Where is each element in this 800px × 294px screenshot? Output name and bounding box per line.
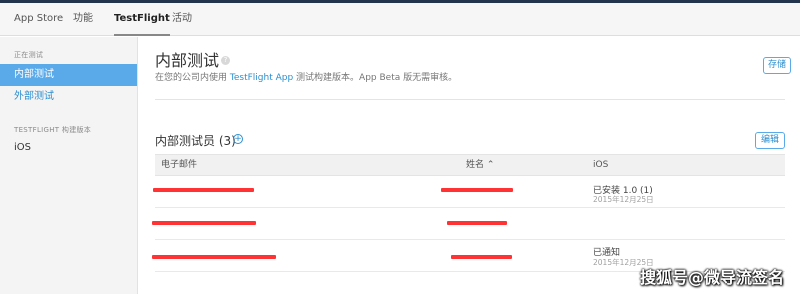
tab-activity[interactable]: 活动 — [172, 3, 192, 36]
tab-features[interactable]: 功能 — [73, 3, 93, 36]
sidebar-item-internal-testing[interactable]: 内部测试 — [0, 64, 137, 86]
page-title: 内部测试 — [155, 51, 220, 70]
table-row-divider — [155, 239, 785, 240]
save-button[interactable]: 存储 — [763, 57, 791, 74]
table-row-divider — [155, 207, 785, 208]
description-text-end: 测试构建版本。App Beta 版无需审核。 — [293, 73, 458, 83]
page-description: 在您的公司内使用 TestFlight App 测试构建版本。App Beta … — [155, 70, 457, 83]
testers-section-title: 内部测试员 (3) — [155, 134, 236, 148]
redacted-name — [451, 255, 512, 259]
edit-button[interactable]: 编辑 — [755, 132, 785, 149]
sidebar-item-ios[interactable]: iOS — [0, 137, 137, 159]
sidebar-section-testing: 正在测试 — [14, 51, 44, 59]
help-icon[interactable]: ? — [221, 56, 230, 65]
description-text-start: 在您的公司内使用 — [155, 73, 230, 83]
top-navigation: App Store 功能 TestFlight 活动 — [0, 3, 800, 36]
testflight-app-link[interactable]: TestFlight App — [230, 73, 293, 83]
column-email[interactable]: 电子邮件 — [161, 155, 197, 175]
redacted-name — [447, 221, 507, 225]
redacted-email — [153, 188, 254, 192]
redacted-name — [441, 188, 513, 192]
add-tester-icon[interactable]: + — [233, 134, 243, 144]
header-divider — [155, 99, 785, 100]
tab-app-store[interactable]: App Store — [14, 3, 63, 36]
sidebar: 正在测试 内部测试 外部测试 TESTFLIGHT 构建版本 iOS — [0, 37, 138, 294]
redacted-email — [152, 255, 276, 259]
sidebar-section-builds: TESTFLIGHT 构建版本 — [14, 126, 92, 134]
watermark: 搜狐号@微导流签名 — [639, 268, 784, 287]
tab-testflight[interactable]: TestFlight — [114, 3, 170, 36]
column-name[interactable]: 姓名 ⌃ — [466, 155, 494, 175]
column-ios[interactable]: iOS — [593, 155, 608, 175]
redacted-email — [152, 221, 256, 225]
sidebar-item-external-testing[interactable]: 外部测试 — [0, 86, 137, 108]
status-date: 2015年12月25日 — [593, 195, 654, 204]
testers-table-header: 电子邮件 姓名 ⌃ iOS — [155, 154, 785, 176]
